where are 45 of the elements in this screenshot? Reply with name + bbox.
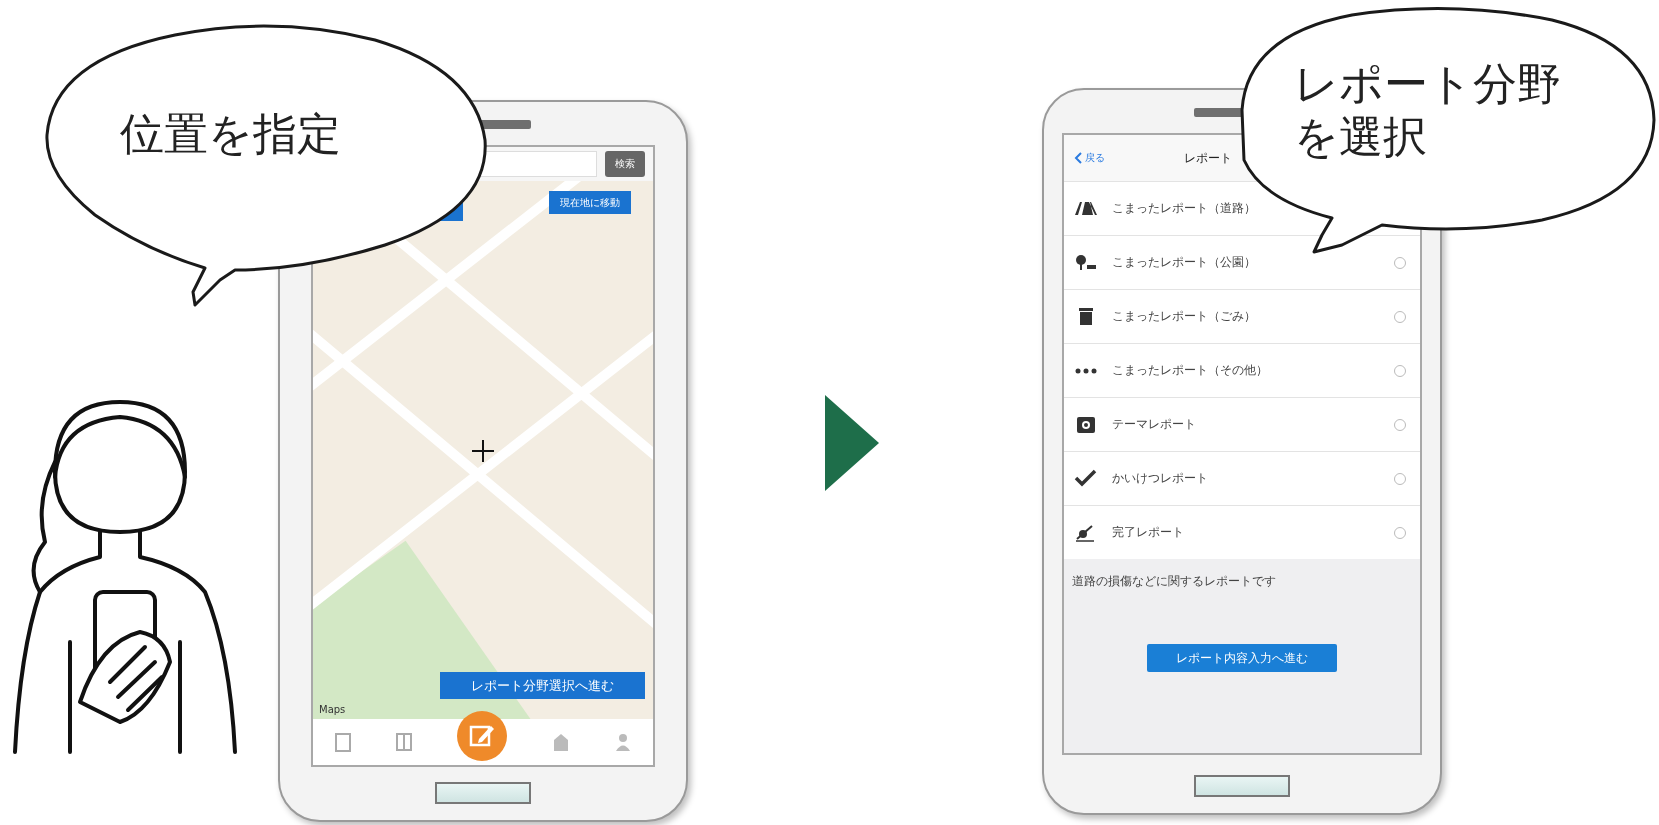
- radio-button[interactable]: [1394, 526, 1406, 539]
- category-label: かいけつレポート: [1112, 470, 1209, 487]
- search-button[interactable]: 検索: [605, 151, 645, 177]
- screen-title: レポート: [1184, 149, 1232, 167]
- back-link[interactable]: 戻る: [1074, 151, 1105, 165]
- radio-button[interactable]: [1394, 418, 1406, 431]
- map-placeholder[interactable]: 現在地に移動 レポート分野選択へ進む Maps: [313, 181, 653, 719]
- locate-button[interactable]: 現在地に移動: [549, 191, 631, 214]
- chevron-left-icon: [1074, 152, 1082, 164]
- person-icon[interactable]: [614, 732, 631, 752]
- map-credit: Maps: [319, 704, 346, 715]
- category-row[interactable]: こまったレポート（ごみ）: [1064, 289, 1420, 343]
- category-label: こまったレポート（道路）: [1112, 200, 1257, 217]
- book-icon[interactable]: [396, 732, 413, 752]
- compose-button[interactable]: [457, 711, 507, 761]
- bubble-text: 位置を指定: [120, 108, 342, 161]
- next-button[interactable]: レポート分野選択へ進む: [440, 672, 645, 699]
- crosshair-icon: [471, 439, 495, 463]
- tree-icon: [1074, 252, 1098, 273]
- next-step-arrow-icon: [825, 395, 879, 491]
- radio-button[interactable]: [1394, 472, 1406, 485]
- category-row[interactable]: こまったレポート（その他）: [1064, 343, 1420, 397]
- building-icon[interactable]: [551, 732, 570, 752]
- category-label: 完了レポート: [1112, 524, 1185, 541]
- edit-icon: [469, 723, 495, 749]
- radio-button[interactable]: [1394, 364, 1406, 377]
- check-icon: [1074, 468, 1098, 489]
- radio-button[interactable]: [1394, 310, 1406, 323]
- category-row[interactable]: かいけつレポート: [1064, 451, 1420, 505]
- bubble-text: レポート分野を選択: [1294, 58, 1562, 164]
- category-row[interactable]: こまったレポート（公園）: [1064, 235, 1420, 289]
- category-label: こまったレポート（ごみ）: [1112, 308, 1257, 325]
- category-label: こまったレポート（その他）: [1112, 362, 1269, 379]
- next-button[interactable]: レポート内容入力へ進む: [1147, 644, 1337, 672]
- category-row[interactable]: テーマレポート: [1064, 397, 1420, 451]
- home-button[interactable]: [1194, 775, 1290, 797]
- category-row[interactable]: 完了レポート: [1064, 505, 1420, 559]
- category-label: こまったレポート（公園）: [1112, 254, 1257, 271]
- category-label: テーマレポート: [1112, 416, 1197, 433]
- category-description: 道路の損傷などに関するレポートです: [1071, 573, 1277, 590]
- radio-button[interactable]: [1394, 256, 1406, 269]
- camera-icon: [1074, 414, 1098, 435]
- clipboard-icon[interactable]: [335, 732, 352, 752]
- dots-icon: [1075, 367, 1097, 374]
- home-button[interactable]: [435, 782, 531, 804]
